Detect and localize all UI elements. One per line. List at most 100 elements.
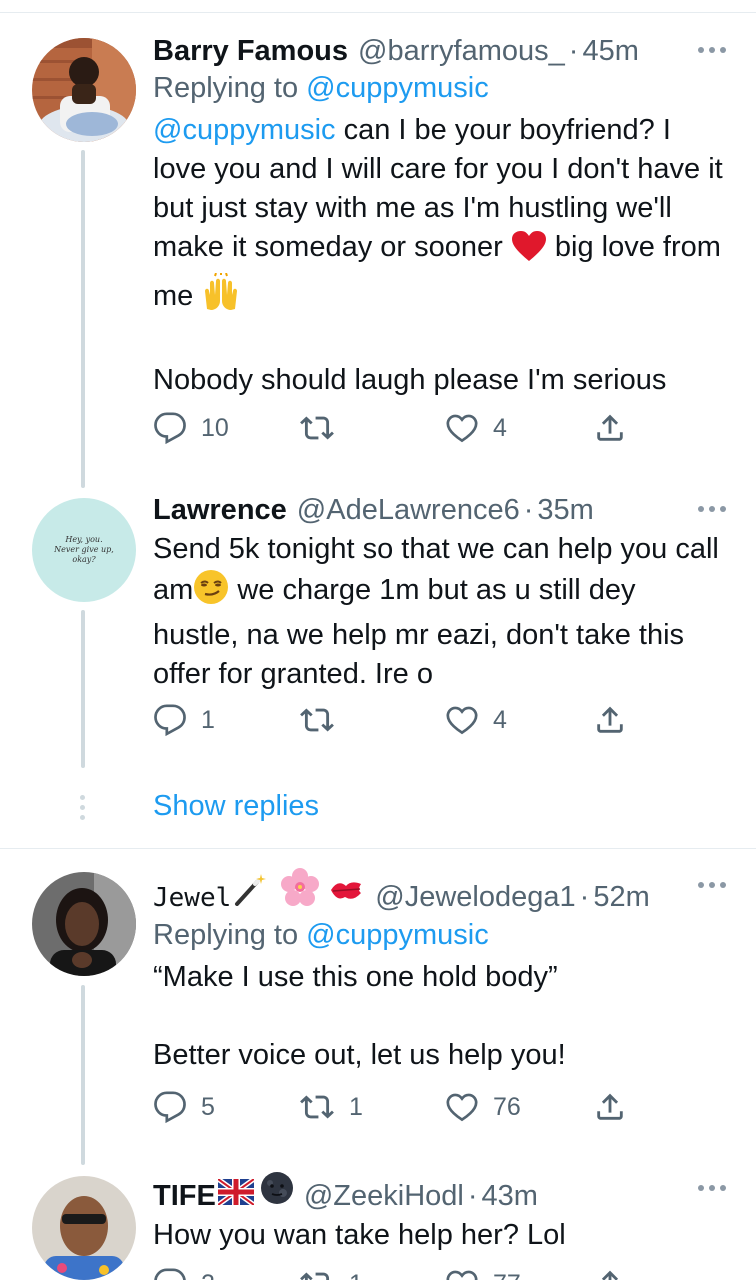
tweet-header: TIFE @ZeekiHodl · 43m bbox=[153, 1171, 726, 1214]
like-icon bbox=[446, 1270, 478, 1280]
thread-line bbox=[81, 150, 85, 488]
tweet-header: Lawrence @AdeLawrence6 · 35m bbox=[153, 492, 726, 528]
reply-button[interactable]: 10 bbox=[153, 410, 229, 446]
separator: · bbox=[467, 1180, 478, 1212]
like-button[interactable]: 77 bbox=[445, 1266, 521, 1280]
display-name[interactable]: Barry Famous bbox=[153, 33, 348, 69]
replying-mention[interactable]: @cuppymusic bbox=[306, 919, 489, 951]
display-name[interactable]: Jewel bbox=[153, 880, 231, 916]
retweet-button[interactable]: 1 bbox=[299, 1089, 363, 1125]
top-divider bbox=[0, 12, 756, 13]
share-button[interactable] bbox=[593, 702, 627, 738]
retweet-count: 1 bbox=[349, 1092, 363, 1121]
reply-count: 5 bbox=[201, 1092, 215, 1121]
svg-text:Hey, you.: Hey, you. bbox=[64, 535, 102, 544]
more-icon[interactable] bbox=[698, 33, 726, 53]
tweet-text: “Make I use this one hold body” Better v… bbox=[153, 958, 726, 1075]
like-button[interactable]: 4 bbox=[445, 410, 507, 446]
user-handle[interactable]: @AdeLawrence6 bbox=[297, 492, 520, 528]
like-icon bbox=[446, 414, 478, 443]
more-icon[interactable] bbox=[698, 868, 726, 888]
avatar-jewel[interactable] bbox=[32, 872, 136, 976]
separator: · bbox=[568, 35, 579, 67]
tweet-text-part: we charge 1m but as u still dey hustle, … bbox=[153, 574, 685, 690]
tweet-text-part: How you wan take help her? Lol bbox=[153, 1219, 566, 1251]
reply-button[interactable]: 5 bbox=[153, 1089, 215, 1125]
timestamp[interactable]: 52m bbox=[593, 879, 649, 915]
smirk-emoji bbox=[193, 569, 229, 616]
retweet-button[interactable] bbox=[299, 410, 349, 446]
reply-button[interactable]: 2 bbox=[153, 1266, 215, 1280]
like-button[interactable]: 4 bbox=[445, 702, 507, 738]
share-button[interactable] bbox=[593, 1266, 627, 1280]
tweet-text-part: “Make I use this one hold body” bbox=[153, 961, 558, 993]
timestamp[interactable]: 35m bbox=[537, 492, 593, 528]
tweet-text: @cuppymusic can I be your boyfriend? I l… bbox=[153, 111, 726, 400]
share-button[interactable] bbox=[593, 1089, 627, 1125]
tweet-barry[interactable]: Barry Famous @barryfamous_ · 45m Replyin… bbox=[153, 33, 726, 400]
separator: · bbox=[523, 494, 534, 526]
thread-line bbox=[81, 610, 85, 768]
tweet-header: Jewel @Jewelodega1 · 52m bbox=[153, 868, 726, 916]
avatar-tife[interactable] bbox=[32, 1176, 136, 1280]
replying-to: Replying to @cuppymusic bbox=[153, 69, 726, 107]
separator: · bbox=[579, 881, 590, 913]
share-icon bbox=[597, 706, 623, 733]
tweet-actions: 5 1 76 bbox=[153, 1089, 633, 1125]
reply-count: 2 bbox=[201, 1270, 215, 1280]
timestamp[interactable]: 45m bbox=[582, 33, 638, 69]
retweet-icon bbox=[300, 1272, 330, 1280]
like-count: 4 bbox=[493, 705, 507, 734]
tweet-tife[interactable]: TIFE @ZeekiHodl · 43m How you wan take h… bbox=[153, 1171, 726, 1255]
user-handle[interactable]: @ZeekiHodl bbox=[304, 1178, 464, 1214]
thread-line bbox=[81, 985, 85, 1165]
like-icon bbox=[446, 1093, 478, 1122]
display-name[interactable]: TIFE bbox=[153, 1178, 216, 1214]
display-name[interactable]: Lawrence bbox=[153, 492, 287, 528]
tweet-actions: 2 1 77 bbox=[153, 1266, 633, 1280]
tweet-lawrence[interactable]: Lawrence @AdeLawrence6 · 35m Send 5k ton… bbox=[153, 492, 726, 694]
retweet-button[interactable] bbox=[299, 702, 349, 738]
tweet-jewel[interactable]: Jewel @Jewelodega1 · 52m Replying to @cu… bbox=[153, 868, 726, 1075]
reply-icon bbox=[154, 704, 186, 737]
show-replies-link[interactable]: Show replies bbox=[153, 790, 319, 823]
user-handle[interactable]: @Jewelodega1 bbox=[375, 879, 575, 915]
cherry-blossom-emoji bbox=[281, 868, 320, 915]
replying-to: Replying to @cuppymusic bbox=[153, 916, 726, 954]
svg-text:okay?: okay? bbox=[72, 555, 96, 564]
raised-hands-emoji bbox=[201, 272, 241, 322]
kiss-emoji bbox=[329, 876, 365, 915]
avatar-lawrence[interactable]: Hey, you. Never give up, okay? bbox=[32, 498, 136, 602]
tweet-text-part: Nobody should laugh please I'm serious bbox=[153, 364, 667, 396]
like-button[interactable]: 76 bbox=[445, 1089, 521, 1125]
timestamp[interactable]: 43m bbox=[482, 1178, 538, 1214]
tweet-actions: 10 4 bbox=[153, 410, 633, 446]
magic-wand-emoji bbox=[233, 872, 267, 915]
avatar-barry[interactable] bbox=[32, 38, 136, 142]
tweet-text-part: Better voice out, let us help you! bbox=[153, 1039, 566, 1071]
tweet-actions: 1 4 bbox=[153, 702, 633, 738]
like-count: 77 bbox=[493, 1270, 521, 1280]
reply-count: 10 bbox=[201, 413, 229, 442]
share-button[interactable] bbox=[593, 410, 627, 446]
mention-link[interactable]: @cuppymusic bbox=[153, 114, 336, 146]
replying-mention[interactable]: @cuppymusic bbox=[306, 72, 489, 104]
replying-label: Replying to bbox=[153, 919, 299, 951]
more-icon[interactable] bbox=[698, 1171, 726, 1191]
replying-label: Replying to bbox=[153, 72, 299, 104]
retweet-button[interactable]: 1 bbox=[299, 1266, 363, 1280]
uk-flag-emoji bbox=[216, 1176, 256, 1214]
reply-count: 1 bbox=[201, 705, 215, 734]
reply-icon bbox=[154, 1091, 186, 1124]
tweet-text: Send 5k tonight so that we can help you … bbox=[153, 530, 726, 694]
tweet-text: How you wan take help her? Lol bbox=[153, 1216, 726, 1255]
reply-button[interactable]: 1 bbox=[153, 702, 215, 738]
share-icon bbox=[597, 1093, 623, 1120]
share-icon bbox=[601, 1270, 619, 1280]
more-icon[interactable] bbox=[698, 492, 726, 512]
svg-text:Never give up,: Never give up, bbox=[53, 545, 114, 554]
user-handle[interactable]: @barryfamous_ bbox=[358, 33, 565, 69]
like-count: 76 bbox=[493, 1092, 521, 1121]
more-replies-dots bbox=[80, 795, 86, 825]
heart-emoji bbox=[511, 230, 547, 273]
